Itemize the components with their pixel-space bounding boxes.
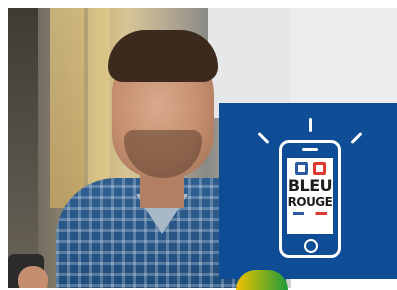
light-panel <box>290 8 397 105</box>
background-wood-plank <box>88 8 110 198</box>
logo-word-bleu: BLEU <box>287 176 333 195</box>
logo-flag-stripe <box>293 212 327 215</box>
hair <box>108 30 218 82</box>
notification-ray-icon <box>309 118 312 132</box>
logo-blue-square <box>295 162 308 175</box>
phone-home-button <box>304 239 318 253</box>
background-right <box>208 8 291 118</box>
promo-banner: BLEU ROUGE <box>0 0 397 290</box>
logo-red-square <box>313 162 326 175</box>
logo-word-rouge: ROUGE <box>287 195 333 209</box>
background-left <box>8 8 38 288</box>
background-wood-plank <box>50 8 84 208</box>
phone-speaker <box>302 148 318 151</box>
hand <box>18 266 48 288</box>
